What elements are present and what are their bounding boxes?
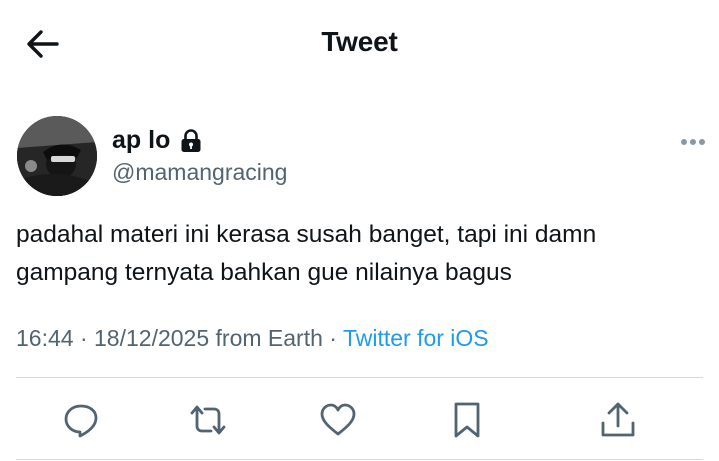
avatar-image <box>17 116 97 196</box>
tweet-actions <box>16 378 703 460</box>
user-handle[interactable]: @mamangracing <box>112 159 287 186</box>
reply-button[interactable] <box>59 398 103 442</box>
meta-separator: · <box>329 325 337 351</box>
reply-icon <box>64 404 98 438</box>
tweet-source-link[interactable]: Twitter for iOS <box>343 325 489 351</box>
top-bar: Tweet <box>0 0 719 88</box>
retweet-button[interactable] <box>186 398 230 442</box>
like-icon <box>320 403 356 436</box>
share-button[interactable] <box>596 398 640 442</box>
tweet-author: ap lo @mamangracing <box>17 116 707 198</box>
tweet-text-line: padahal materi ini kerasa susah banget, … <box>16 221 597 248</box>
tweet-text-line: gampang ternyata bahkan gue nilainya bag… <box>16 259 512 286</box>
tweet-metadata: 16:44 · 18/12/2025 from Earth · Twitter … <box>16 325 489 352</box>
more-button[interactable] <box>677 130 709 154</box>
like-button[interactable] <box>316 398 360 442</box>
tweet-date[interactable]: 18/12/2025 <box>94 325 209 351</box>
retweet-icon <box>190 405 226 435</box>
bookmark-button[interactable] <box>445 398 489 442</box>
bookmark-icon <box>454 402 480 438</box>
divider <box>16 459 703 460</box>
page-title: Tweet <box>321 26 398 57</box>
meta-separator: · <box>79 325 88 351</box>
tweet-text: padahal materi ini kerasa susah banget, … <box>16 216 696 292</box>
tweet-time[interactable]: 16:44 <box>16 325 74 351</box>
more-horizontal-icon <box>681 139 705 145</box>
display-name-row: ap lo <box>112 126 202 155</box>
tweet-location: from Earth <box>215 325 323 351</box>
share-icon <box>601 402 635 437</box>
lock-icon <box>180 128 202 153</box>
avatar[interactable] <box>17 116 97 196</box>
display-name[interactable]: ap lo <box>112 126 170 155</box>
